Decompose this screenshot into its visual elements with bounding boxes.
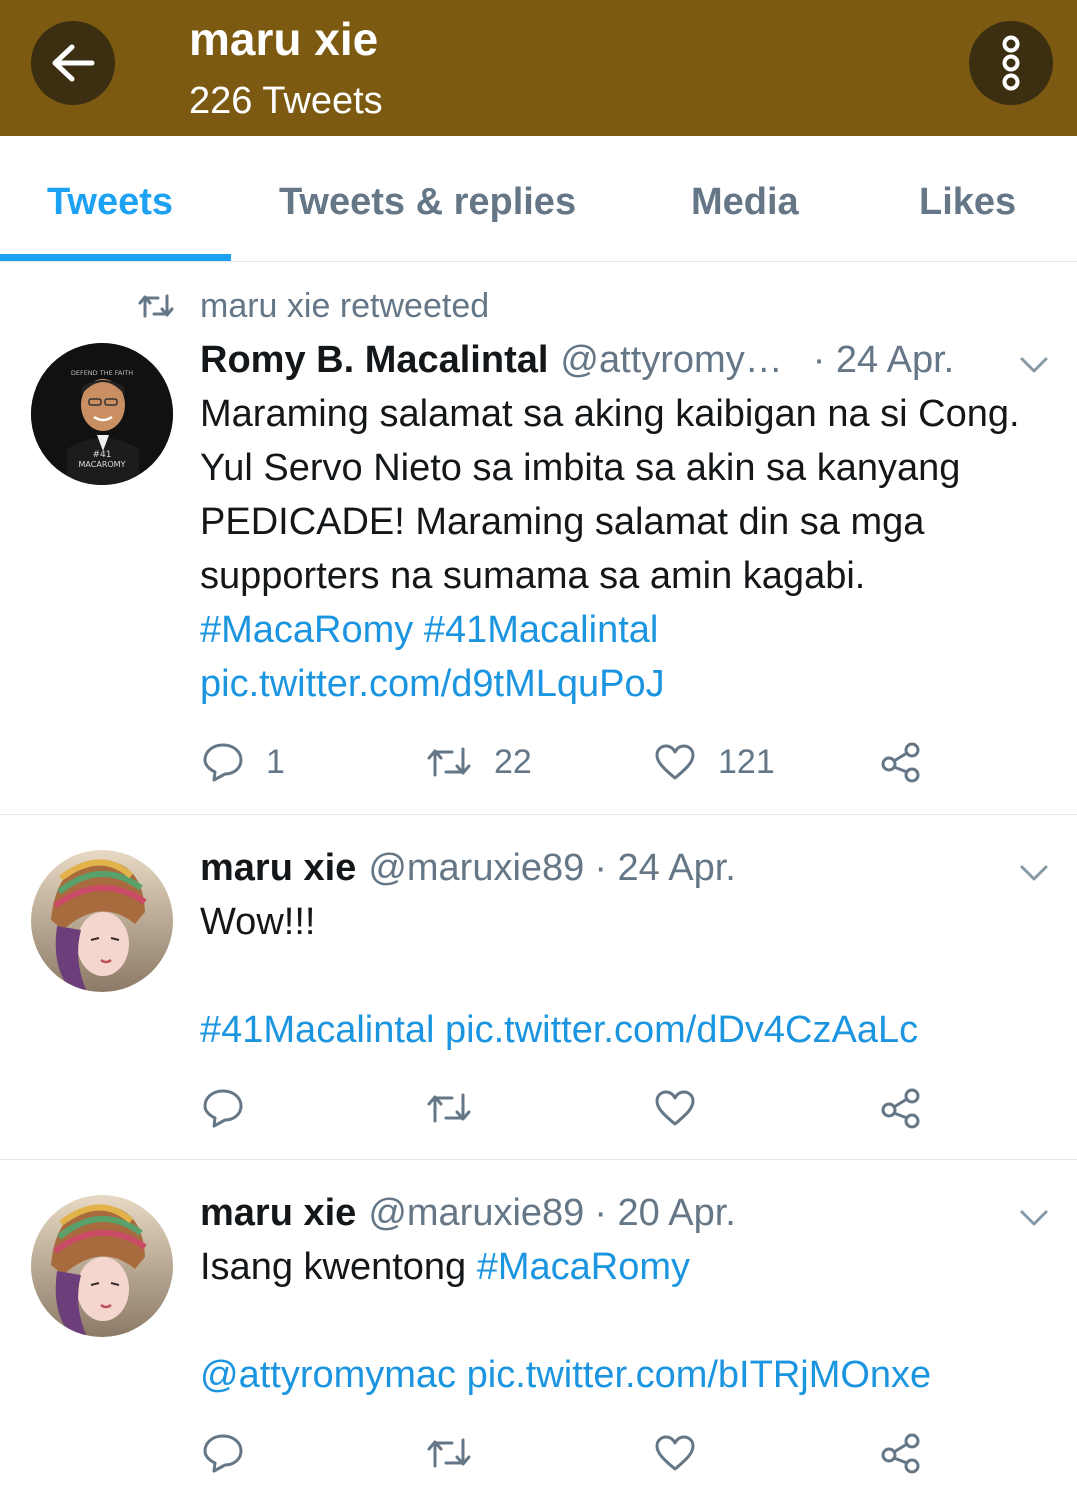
like-button[interactable] (654, 1428, 696, 1478)
tweet-count: 226 Tweets (189, 80, 383, 122)
author-handle[interactable]: @attyromy… (560, 339, 782, 382)
tweet-body: Wow!!! (200, 901, 316, 943)
share-icon (881, 742, 920, 783)
retweet-label: maru xie retweeted (200, 286, 490, 325)
avatar[interactable] (31, 1195, 173, 1337)
profile-header: maru xie 226 Tweets (0, 0, 1077, 136)
reply-icon (203, 1434, 243, 1473)
tab-media[interactable]: Media (691, 180, 799, 224)
retweet-button[interactable]: 22 (426, 737, 532, 787)
share-icon (881, 1088, 920, 1129)
pic-link[interactable]: pic.twitter.com/dDv4CzAaLc (445, 1009, 918, 1051)
tweet-actions (0, 1428, 1077, 1478)
chevron-down-icon (1020, 865, 1048, 881)
author-handle[interactable]: @maruxie89 (368, 1192, 584, 1235)
profile-name: maru xie (189, 13, 379, 65)
heart-icon (655, 1435, 695, 1471)
avatar[interactable] (31, 850, 173, 992)
share-icon (881, 1433, 920, 1474)
hashtag-link[interactable]: #MacaRomy (200, 609, 413, 651)
retweet-icon (138, 294, 174, 318)
avatar[interactable]: DEFEND THE FAITH #41 MACAROMY (31, 343, 173, 485)
heart-icon (655, 744, 695, 780)
more-vertical-icon (1002, 35, 1020, 91)
tweet-text: Maraming salamat sa aking kaibigan na si… (200, 387, 1040, 711)
avatar-image-maru (31, 1195, 173, 1337)
hashtag-link[interactable]: #MacaRomy (477, 1246, 690, 1288)
tweet-menu-button[interactable] (1016, 347, 1052, 383)
like-button[interactable]: 121 (654, 737, 775, 787)
active-tab-indicator (0, 254, 231, 261)
hashtag-link[interactable]: #41Macalintal (200, 1009, 434, 1051)
retweet-icon (427, 747, 471, 777)
tweet-item[interactable]: maru xie @maruxie89 · 20 Apr. Isang kwen… (0, 1160, 1077, 1500)
pic-link[interactable]: pic.twitter.com/d9tMLquPoJ (200, 663, 665, 705)
tweet-item[interactable]: maru xie retweeted DEFEND THE FAITH #41 … (0, 262, 1077, 815)
retweet-icon (427, 1093, 471, 1123)
avatar-image-maru (31, 850, 173, 992)
pic-link[interactable]: pic.twitter.com/bITRjMOnxe (467, 1354, 932, 1396)
chevron-down-icon (1020, 357, 1048, 373)
tweet-date[interactable]: · 20 Apr. (594, 1192, 736, 1235)
tweet-body: Maraming salamat sa aking kaibigan na si… (200, 393, 1030, 597)
author-handle[interactable]: @maruxie89 (368, 847, 584, 890)
profile-tabs: Tweets Tweets & replies Media Likes (0, 136, 1077, 262)
tweet-actions (0, 1083, 1077, 1133)
tweet-menu-button[interactable] (1016, 855, 1052, 891)
tweet-body: Isang kwentong (200, 1246, 467, 1288)
more-options-button[interactable] (969, 21, 1053, 105)
hashtag-link[interactable]: #41Macalintal (424, 609, 658, 651)
tab-likes[interactable]: Likes (919, 180, 1016, 224)
like-count: 121 (718, 742, 775, 781)
reply-button[interactable] (202, 1083, 244, 1133)
back-button[interactable] (31, 21, 115, 105)
tab-tweets-replies[interactable]: Tweets & replies (279, 180, 576, 224)
share-button[interactable] (880, 737, 922, 787)
author-name[interactable]: maru xie (200, 1192, 356, 1235)
tweet-item[interactable]: maru xie @maruxie89 · 24 Apr. Wow!!! #41… (0, 815, 1077, 1160)
reply-count: 1 (266, 742, 285, 781)
tweet-actions: 1 22 121 (0, 737, 1077, 787)
tweet-header: maru xie @maruxie89 · 24 Apr. (200, 843, 736, 893)
retweet-count: 22 (494, 742, 532, 781)
author-name[interactable]: maru xie (200, 847, 356, 890)
reply-icon (203, 1089, 243, 1128)
tweet-links: #41Macalintal pic.twitter.com/dDv4CzAaLc (200, 1003, 1070, 1057)
mention-link[interactable]: @attyromymac (200, 1354, 456, 1396)
reply-button[interactable]: 1 (202, 737, 285, 787)
like-button[interactable] (654, 1083, 696, 1133)
avatar-image-romy: DEFEND THE FAITH #41 MACAROMY (31, 343, 173, 485)
tweet-links: @attyromymac pic.twitter.com/bITRjMOnxe (200, 1348, 1060, 1402)
tweet-header: Romy B. Macalintal @attyromy… · 24 Apr. (200, 335, 954, 385)
tweet-text: Isang kwentong #MacaRomy (200, 1240, 1040, 1294)
reply-button[interactable] (202, 1428, 244, 1478)
tweet-date[interactable]: · 24 Apr. (813, 339, 955, 382)
reply-icon (203, 743, 243, 782)
retweet-icon (427, 1438, 471, 1468)
share-button[interactable] (880, 1428, 922, 1478)
avatar-brand: MACAROMY (79, 460, 126, 469)
avatar-number: #41 (93, 450, 112, 460)
tweet-header: maru xie @maruxie89 · 20 Apr. (200, 1188, 736, 1238)
retweet-button[interactable] (426, 1083, 472, 1133)
arrow-left-icon (52, 44, 95, 82)
retweet-context: maru xie retweeted (138, 284, 489, 328)
tweet-menu-button[interactable] (1016, 1200, 1052, 1236)
tweet-date[interactable]: · 24 Apr. (594, 847, 736, 890)
share-button[interactable] (880, 1083, 922, 1133)
retweet-button[interactable] (426, 1428, 472, 1478)
heart-icon (655, 1090, 695, 1126)
chevron-down-icon (1020, 1210, 1048, 1226)
tab-tweets[interactable]: Tweets (47, 180, 173, 224)
tweet-text: Wow!!! (200, 895, 1040, 949)
avatar-tagline: DEFEND THE FAITH (71, 369, 133, 377)
author-name[interactable]: Romy B. Macalintal (200, 339, 548, 382)
